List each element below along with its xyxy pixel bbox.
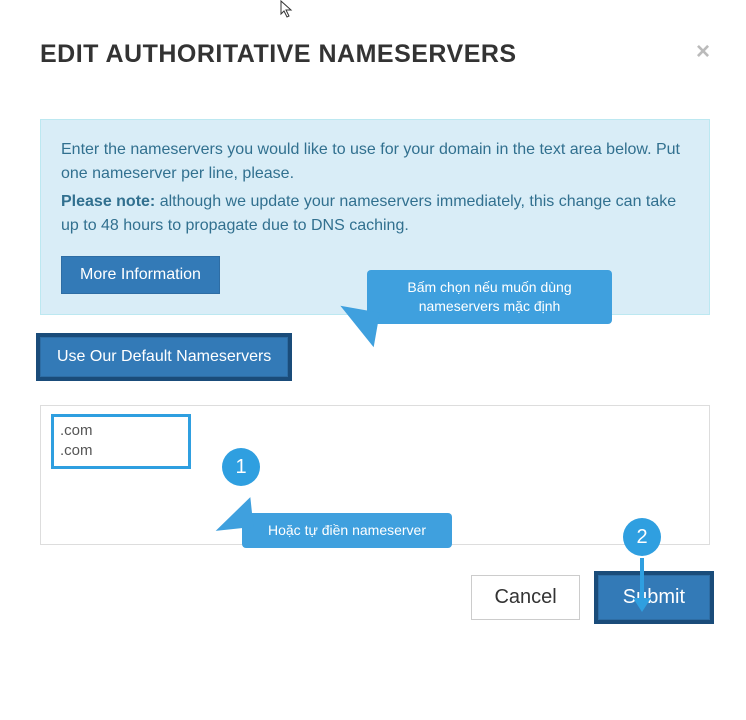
cursor-icon <box>280 0 294 18</box>
cancel-button[interactable]: Cancel <box>471 575 579 620</box>
submit-button[interactable]: Submit <box>598 575 710 620</box>
step-badge-1: 1 <box>222 448 260 486</box>
arrow-to-submit <box>637 558 647 610</box>
close-icon[interactable]: × <box>696 40 710 64</box>
callout-default-ns: Bấm chọn nếu muốn dùng nameservers mặc đ… <box>367 270 612 324</box>
use-default-nameservers-button[interactable]: Use Our Default Nameservers <box>40 337 288 377</box>
modal-actions: Cancel Submit <box>40 575 710 620</box>
modal-title: EDIT AUTHORITATIVE NAMESERVERS <box>40 40 517 69</box>
notice-instructions: Enter the nameservers you would like to … <box>61 138 689 186</box>
notice-note-label: Please note: <box>61 193 155 210</box>
callout-custom-ns: Hoặc tự điền nameserver <box>242 513 452 548</box>
more-information-button[interactable]: More Information <box>61 256 220 294</box>
step-badge-2: 2 <box>623 518 661 556</box>
notice-please-note: Please note: although we update your nam… <box>61 190 689 238</box>
nameservers-textarea[interactable] <box>51 414 191 469</box>
modal-header: EDIT AUTHORITATIVE NAMESERVERS × <box>40 40 710 69</box>
